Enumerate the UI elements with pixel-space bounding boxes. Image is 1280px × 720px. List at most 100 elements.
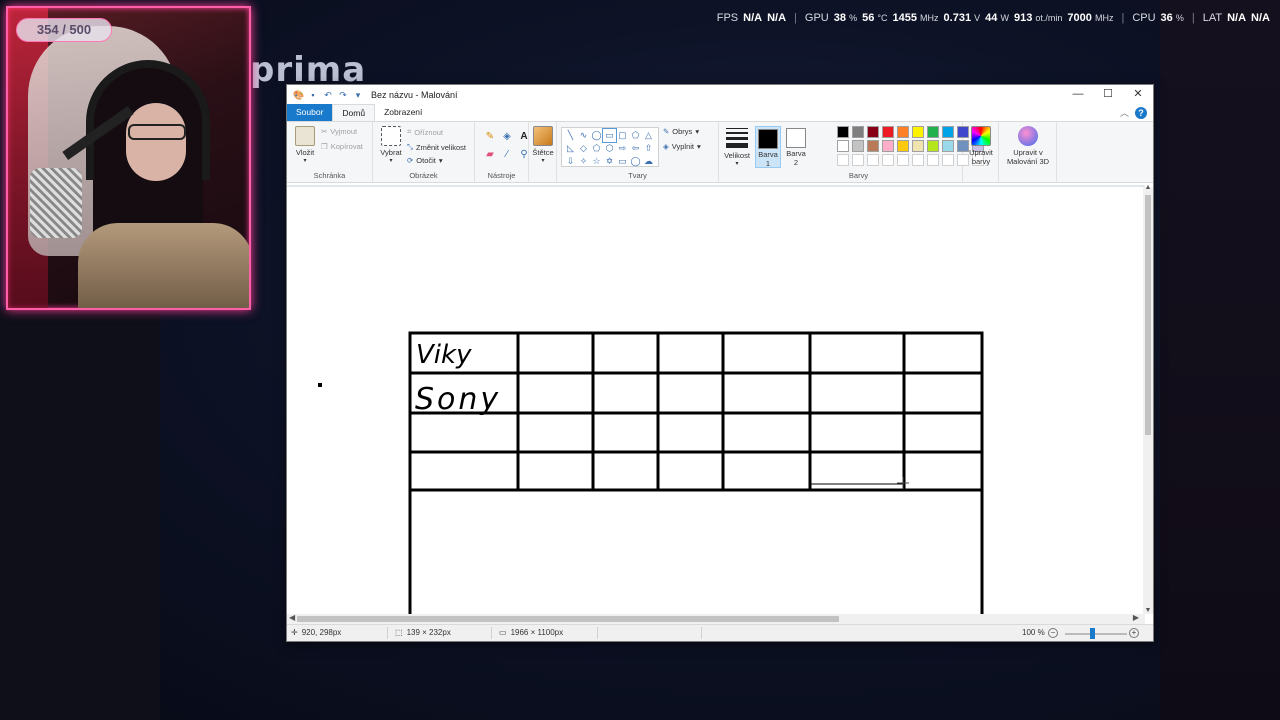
- edit-colors-button[interactable]: Upravit barvy: [965, 126, 997, 166]
- palette-swatch[interactable]: [942, 126, 954, 138]
- scroll-right-icon[interactable]: ▶: [1133, 613, 1139, 622]
- palette-swatch[interactable]: [867, 140, 879, 152]
- select-label: Vybrat: [380, 148, 402, 157]
- palette-swatch[interactable]: [852, 126, 864, 138]
- callout-rect-icon[interactable]: ▭: [616, 155, 629, 168]
- drawing-canvas[interactable]: Viky Sony: [287, 187, 1145, 614]
- palette-swatch[interactable]: [837, 126, 849, 138]
- color-picker-icon[interactable]: ⁄: [500, 148, 514, 162]
- palette-swatch[interactable]: [942, 154, 954, 166]
- palette-swatch[interactable]: [882, 140, 894, 152]
- paste-icon: [295, 126, 315, 146]
- four-point-star-icon[interactable]: ✧: [577, 155, 590, 168]
- zoom-in-icon[interactable]: +: [1129, 628, 1139, 638]
- palette-swatch[interactable]: [897, 126, 909, 138]
- copy-button[interactable]: ❐ Kopírovat: [321, 142, 363, 151]
- fill-button[interactable]: ◈ Vyplnit ▾: [663, 142, 701, 151]
- ribbon: Vložit ▾ ✂ Vyjmout ❐ Kopírovat Schránka …: [287, 121, 1153, 183]
- palette-swatch[interactable]: [867, 154, 879, 166]
- line-shape-icon[interactable]: ╲: [564, 129, 577, 142]
- size-button[interactable]: Velikost ▾: [723, 126, 751, 169]
- five-point-star-icon[interactable]: ☆: [590, 155, 603, 168]
- triangle-shape-icon[interactable]: △: [642, 129, 655, 142]
- rotate-button[interactable]: ⟳ Otočit ▾: [407, 156, 443, 165]
- zoom-out-icon[interactable]: −: [1048, 628, 1058, 638]
- maximize-button[interactable]: ☐: [1093, 85, 1123, 104]
- left-arrow-shape-icon[interactable]: ⇦: [629, 142, 642, 155]
- right-triangle-shape-icon[interactable]: ◺: [564, 142, 577, 155]
- down-arrow-shape-icon[interactable]: ⇩: [564, 155, 577, 168]
- scroll-left-icon[interactable]: ◀: [289, 613, 295, 622]
- handwriting-sony: Sony: [415, 382, 501, 417]
- palette-swatch[interactable]: [882, 154, 894, 166]
- polygon-shape-icon[interactable]: ⬠: [629, 129, 642, 142]
- rounded-rect-shape-icon[interactable]: ▢: [616, 129, 629, 142]
- horizontal-scroll-thumb[interactable]: [297, 616, 839, 622]
- performance-overlay: FPS N/A N/A | GPU 38 % 56 °C 1455 MHz 0.…: [717, 12, 1270, 24]
- save-icon[interactable]: ▪: [308, 90, 318, 100]
- fill-bucket-icon[interactable]: ◈: [500, 130, 514, 144]
- color2-button[interactable]: Barva 2: [783, 126, 809, 168]
- vertical-scrollbar[interactable]: ▲ ▼: [1143, 184, 1153, 614]
- outline-button[interactable]: ✎ Obrys ▾: [663, 127, 699, 136]
- edit-in-paint3d-button[interactable]: Upravit v Malování 3D: [1001, 126, 1055, 166]
- zoom-slider-thumb[interactable]: [1090, 628, 1095, 639]
- image-size: ▭ 1966 × 1100px: [499, 628, 563, 637]
- diamond-shape-icon[interactable]: ◇: [577, 142, 590, 155]
- collapse-ribbon-icon[interactable]: ︿: [1120, 106, 1129, 119]
- eraser-icon[interactable]: ▰: [483, 148, 497, 162]
- palette-swatch[interactable]: [897, 140, 909, 152]
- oval-shape-icon[interactable]: ◯: [590, 129, 603, 142]
- rectangle-shape-icon[interactable]: ▭: [602, 128, 617, 143]
- select-button[interactable]: Vybrat ▾: [377, 126, 405, 166]
- scroll-up-icon[interactable]: ▲: [1143, 184, 1153, 191]
- undo-icon[interactable]: ↶: [323, 90, 333, 100]
- palette-swatch[interactable]: [852, 140, 864, 152]
- hexagon-shape-icon[interactable]: ⬡: [603, 142, 616, 155]
- callout-oval-icon[interactable]: ◯: [629, 155, 642, 168]
- palette-swatch[interactable]: [837, 154, 849, 166]
- palette-swatch[interactable]: [912, 154, 924, 166]
- palette-swatch[interactable]: [897, 154, 909, 166]
- pencil-icon[interactable]: ✎: [483, 130, 497, 144]
- palette-swatch[interactable]: [837, 140, 849, 152]
- right-arrow-shape-icon[interactable]: ⇨: [616, 142, 629, 155]
- palette-swatch[interactable]: [912, 140, 924, 152]
- palette-swatch[interactable]: [867, 126, 879, 138]
- palette-swatch[interactable]: [882, 126, 894, 138]
- up-arrow-shape-icon[interactable]: ⇧: [642, 142, 655, 155]
- gpu-load-unit: %: [849, 13, 858, 23]
- resize-button[interactable]: ⤡ Změnit velikost: [407, 142, 466, 152]
- brushes-button[interactable]: Štětce ▾: [531, 126, 555, 166]
- palette-swatch[interactable]: [852, 154, 864, 166]
- cut-button[interactable]: ✂ Vyjmout: [321, 127, 357, 136]
- horizontal-scrollbar[interactable]: ◀ ▶: [287, 613, 1145, 624]
- palette-swatch[interactable]: [912, 126, 924, 138]
- palette-swatch[interactable]: [927, 154, 939, 166]
- customize-qat-icon[interactable]: ▾: [353, 90, 363, 100]
- palette-swatch[interactable]: [942, 140, 954, 152]
- help-icon[interactable]: ?: [1135, 106, 1147, 119]
- minimize-button[interactable]: —: [1063, 85, 1093, 104]
- paste-button[interactable]: Vložit ▾: [291, 126, 319, 166]
- redo-icon[interactable]: ↷: [338, 90, 348, 100]
- close-button[interactable]: ✕: [1123, 85, 1153, 104]
- zoom-slider[interactable]: [1065, 633, 1127, 635]
- pentagon-shape-icon[interactable]: ⬠: [590, 142, 603, 155]
- curve-shape-icon[interactable]: ∿: [577, 129, 590, 142]
- vertical-scroll-thumb[interactable]: [1145, 195, 1151, 435]
- crop-button[interactable]: ⌗ Oříznout: [407, 127, 443, 137]
- scroll-down-icon[interactable]: ▼: [1143, 607, 1153, 614]
- paint-app-icon: 🎨: [293, 89, 305, 100]
- palette-swatch[interactable]: [927, 126, 939, 138]
- tab-view[interactable]: Zobrazení: [375, 104, 431, 121]
- divider: [701, 627, 702, 639]
- select-icon: [381, 126, 401, 146]
- palette-swatch[interactable]: [927, 140, 939, 152]
- six-point-star-icon[interactable]: ✡: [603, 155, 616, 168]
- tab-file[interactable]: Soubor: [287, 104, 333, 121]
- tab-home[interactable]: Domů: [332, 104, 376, 121]
- callout-cloud-icon[interactable]: ☁: [642, 155, 655, 168]
- zoom-level: 100 %: [1022, 628, 1045, 637]
- color1-button[interactable]: Barva 1: [755, 126, 781, 168]
